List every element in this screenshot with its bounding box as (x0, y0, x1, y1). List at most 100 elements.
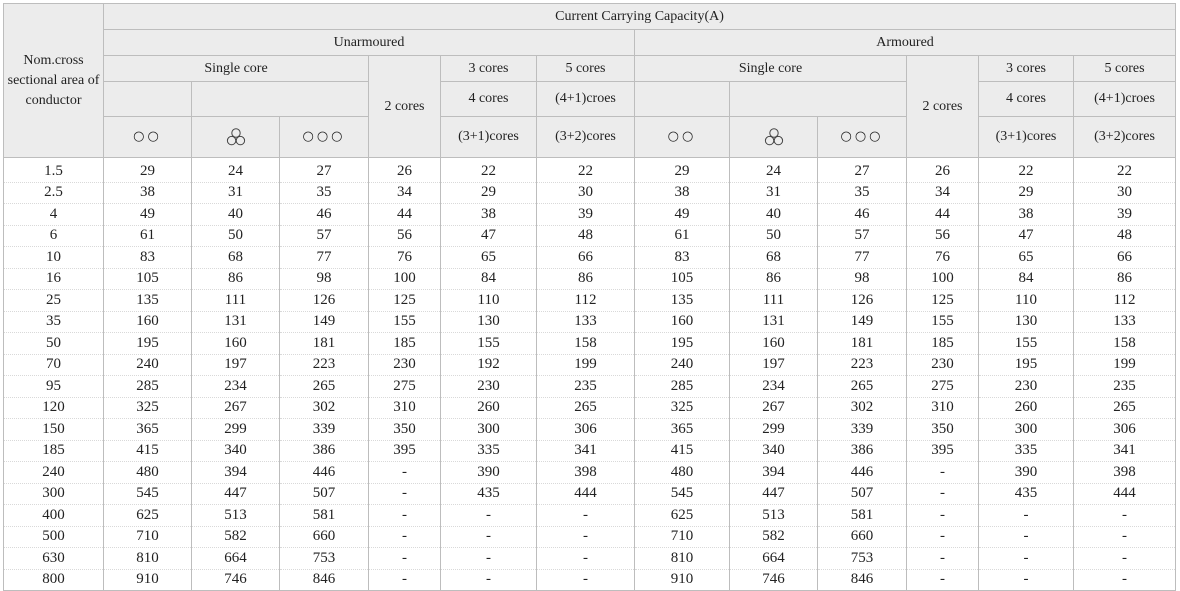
capacity-cell: 160 (729, 332, 818, 355)
table-row: 185 415 340 386 395 335 341 415 340 386 395 335 341 (3, 439, 1177, 462)
capacity-cell: 582 (729, 525, 818, 548)
capacity-cell: 398 (1072, 461, 1177, 484)
row-area-cell: 35 (3, 310, 104, 333)
capacity-cell: 31 (729, 181, 818, 204)
capacity-cell: 195 (634, 332, 730, 355)
capacity-cell: 395 (368, 439, 441, 462)
row-area-cell: 240 (3, 461, 104, 484)
capacity-cell: 84 (978, 267, 1074, 290)
capacity-cell: - (440, 525, 537, 548)
capacity-cell: 46 (817, 203, 907, 226)
capacity-cell: 44 (906, 203, 979, 226)
capacity-cell: 310 (368, 396, 441, 419)
capacity-cell: 310 (906, 396, 979, 419)
capacity-cell: 126 (279, 289, 369, 312)
capacity-cell: - (1072, 568, 1177, 591)
capacity-cell: 29 (103, 157, 192, 183)
armoured-trefoil-icon (729, 116, 818, 158)
capacity-cell: 240 (634, 353, 730, 376)
capacity-cell: 664 (191, 547, 280, 570)
row-area-cell: 16 (3, 267, 104, 290)
capacity-cell: 155 (368, 310, 441, 333)
capacity-cell: 267 (191, 396, 280, 419)
row-area-cell: 6 (3, 224, 104, 247)
capacity-cell: 435 (978, 482, 1074, 505)
capacity-cell: 753 (817, 547, 907, 570)
capacity-cell: 105 (103, 267, 192, 290)
capacity-cell: 57 (279, 224, 369, 247)
table-body: 1.5 29 24 27 26 22 22 29 24 27 26 22 22 2.5 38 31 35 34 29… (3, 157, 1177, 591)
capacity-cell: 66 (536, 246, 635, 269)
capacity-cell: 125 (906, 289, 979, 312)
row-area-cell: 800 (3, 568, 104, 591)
unarmoured-header: Unarmoured (103, 29, 635, 56)
capacity-cell: 76 (906, 246, 979, 269)
capacity-cell: 133 (536, 310, 635, 333)
capacity-cell: 86 (536, 267, 635, 290)
capacity-cell: 86 (1072, 267, 1177, 290)
capacity-cell: 625 (103, 504, 192, 527)
armoured-three-cores-header: 3 cores (978, 55, 1074, 82)
capacity-cell: - (978, 547, 1074, 570)
capacity-cell: 581 (279, 504, 369, 527)
capacity-cell: 265 (279, 375, 369, 398)
row-area-cell: 300 (3, 482, 104, 505)
capacity-cell: 65 (978, 246, 1074, 269)
capacity-cell: 22 (978, 157, 1074, 183)
capacity-cell: 275 (368, 375, 441, 398)
capacity-cell: 40 (191, 203, 280, 226)
capacity-cell: - (906, 547, 979, 570)
capacity-cell: 56 (368, 224, 441, 247)
capacity-cell: 582 (191, 525, 280, 548)
capacity-cell: 581 (817, 504, 907, 527)
armoured-five-cores-header: 5 cores (1072, 55, 1177, 82)
capacity-cell: 335 (978, 439, 1074, 462)
capacity-cell: 30 (1072, 181, 1177, 204)
capacity-cell: 260 (440, 396, 537, 419)
armoured-flat-two-blank (634, 81, 730, 117)
capacity-cell: 30 (536, 181, 635, 204)
capacity-cell: 56 (906, 224, 979, 247)
capacity-cell: 446 (817, 461, 907, 484)
capacity-cell: 68 (729, 246, 818, 269)
capacity-cell: 240 (103, 353, 192, 376)
capacity-cell: 57 (817, 224, 907, 247)
capacity-cell: 230 (440, 375, 537, 398)
row-area-cell: 400 (3, 504, 104, 527)
capacity-cell: 158 (536, 332, 635, 355)
capacity-cell: 341 (536, 439, 635, 462)
capacity-cell: 447 (191, 482, 280, 505)
capacity-cell: 394 (729, 461, 818, 484)
capacity-cell: 131 (729, 310, 818, 333)
row-area-cell: 50 (3, 332, 104, 355)
capacity-cell: - (906, 525, 979, 548)
capacity-cell: 40 (729, 203, 818, 226)
current-capacity-header: Current Carrying Capacity(A) (102, 3, 1177, 30)
capacity-cell: 302 (279, 396, 369, 419)
table-row: 500 710 582 660- - -710 582 660- - - (3, 525, 1177, 548)
armoured-four-one-header: (4+1)croes (1072, 81, 1177, 117)
capacity-cell: 29 (978, 181, 1074, 204)
unarmoured-flat-two-icon: ○○ (103, 116, 192, 158)
capacity-cell: 507 (279, 482, 369, 505)
capacity-cell: 306 (1072, 418, 1177, 441)
capacity-cell: 47 (978, 224, 1074, 247)
row-area-cell: 10 (3, 246, 104, 269)
capacity-cell: 513 (729, 504, 818, 527)
capacity-cell: 230 (978, 375, 1074, 398)
armoured-four-cores-header: 4 cores (978, 81, 1074, 117)
capacity-cell: 234 (729, 375, 818, 398)
capacity-cell: 35 (817, 181, 907, 204)
row-area-cell: 630 (3, 547, 104, 570)
capacity-cell: 126 (817, 289, 907, 312)
unarmoured-four-one-header: (4+1)croes (536, 81, 635, 117)
capacity-cell: 398 (536, 461, 635, 484)
capacity-cell: 223 (817, 353, 907, 376)
row-area-cell: 120 (3, 396, 104, 419)
capacity-cell: 910 (103, 568, 192, 591)
capacity-cell: 77 (817, 246, 907, 269)
row-area-cell: 185 (3, 439, 104, 462)
table-row: 35 160 131 149 155 130 133 160 131 149 155 130 133 (3, 310, 1177, 333)
capacity-cell: 34 (368, 181, 441, 204)
capacity-cell: - (1072, 547, 1177, 570)
